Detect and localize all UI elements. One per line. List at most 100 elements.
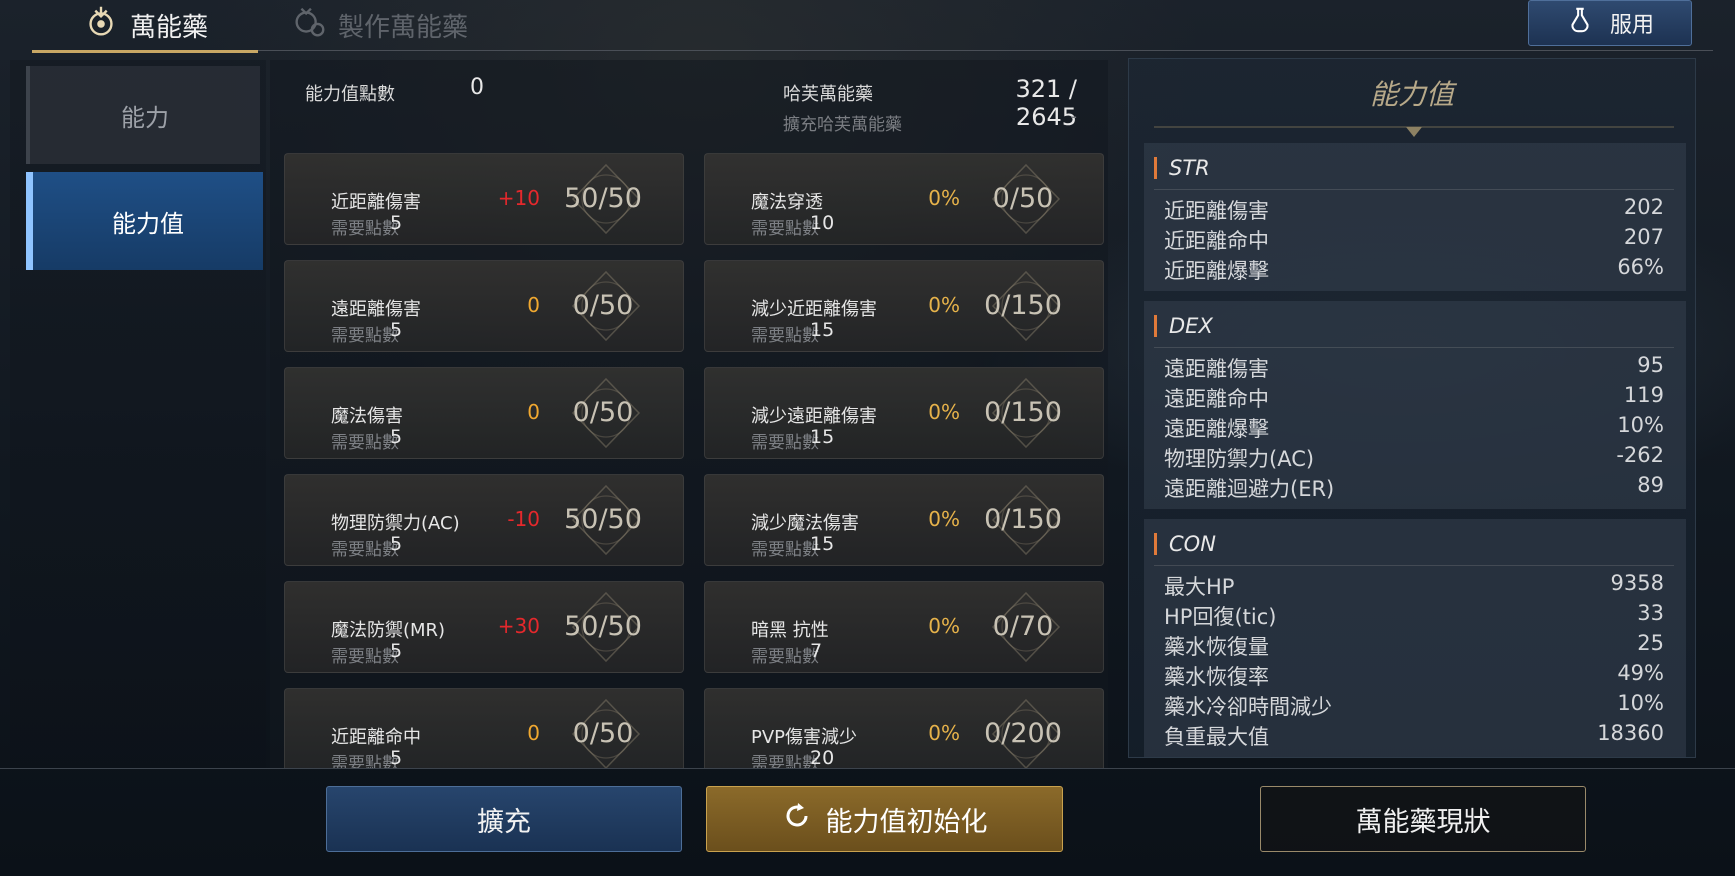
stat-value: 18360 [1597, 721, 1664, 745]
stat-card[interactable]: PVP傷害減少 需要點數 20 0% 0/200 [704, 688, 1104, 768]
stats-panel-title: 能力值 [1369, 78, 1454, 111]
stat-card[interactable]: 物理防禦力(AC) 需要點數 5 -10 50/50 [284, 474, 684, 566]
stat-progress-value: 0/50 [992, 183, 1054, 214]
stat-card[interactable]: 近距離傷害 需要點數 5 +10 50/50 [284, 153, 684, 245]
required-points-value: 5 [390, 533, 403, 555]
stat-card[interactable]: 魔法穿透 需要點數 10 0% 0/50 [704, 153, 1104, 245]
stat-bonus-value: 0 [527, 400, 540, 424]
stat-value: 33 [1637, 601, 1664, 625]
stat-row: 最大HP 9358 [1164, 571, 1664, 599]
stat-points-value: 0 [470, 75, 484, 100]
expand-button[interactable]: 擴充 [326, 786, 682, 852]
stat-label: 負重最大值 [1164, 725, 1269, 749]
stat-value: 202 [1623, 195, 1664, 219]
stat-card-name: 減少魔法傷害 [751, 513, 859, 534]
required-points-label: 需要點數 [751, 219, 819, 239]
stat-card-name: 魔法傷害 [331, 406, 403, 427]
stat-row: 負重最大值 18360 [1164, 721, 1664, 749]
stat-label: 遠距離迴避力(ER) [1164, 477, 1335, 501]
stat-row: 遠距離命中 119 [1164, 383, 1664, 411]
required-points-label: 需要點數 [331, 647, 399, 667]
stat-label: 近距離傷害 [1164, 199, 1269, 223]
stat-row: 藥水恢復量 25 [1164, 631, 1664, 659]
required-points-value: 5 [390, 212, 403, 234]
stat-card[interactable]: 暗黑 抗性 需要點數 7 0% 0/70 [704, 581, 1104, 673]
stat-progress-value: 0/200 [984, 718, 1062, 749]
stat-row: 藥水恢復率 49% [1164, 661, 1664, 689]
stat-card-name: 減少近距離傷害 [751, 299, 877, 320]
stat-progress: 0/50 [963, 163, 1083, 235]
stat-value: 10% [1617, 413, 1664, 437]
required-points-label: 需要點數 [331, 219, 399, 239]
required-points-label: 需要點數 [331, 326, 399, 346]
section-divider [1154, 347, 1674, 348]
top-tab-bar: 萬能藥 製作萬能藥 服用 [0, 0, 1735, 53]
stat-card-name: 魔法穿透 [751, 192, 823, 213]
tab-elixir[interactable]: 萬能藥 [32, 0, 258, 53]
reset-stats-button[interactable]: 能力值初始化 [706, 786, 1063, 852]
stat-progress: 0/50 [543, 698, 663, 768]
stat-value: 25 [1637, 631, 1664, 655]
stat-progress-value: 0/150 [984, 504, 1062, 535]
stat-value: 95 [1637, 353, 1664, 377]
stat-card[interactable]: 魔法傷害需要點數 5 0 0/50 [284, 367, 684, 459]
sidenav-item-stats[interactable]: 能力值 [26, 172, 263, 270]
stat-progress-value: 50/50 [564, 183, 642, 214]
bottom-divider [0, 768, 1735, 769]
stat-progress: 50/50 [543, 591, 663, 663]
stat-bonus-value: 0% [928, 186, 960, 210]
stat-value: 10% [1617, 691, 1664, 715]
stat-card[interactable]: 減少近距離傷害 需要點數 15 0% 0/150 [704, 260, 1104, 352]
extend-elixir-label: 擴充哈芙萬能藥 [783, 115, 902, 135]
stat-card[interactable]: 減少遠距離傷害 需要點數 15 0% 0/150 [704, 367, 1104, 459]
required-points-value: 5 [390, 426, 403, 448]
stat-bonus-value: 0% [928, 614, 960, 638]
extend-elixir-value: - [1070, 106, 1078, 127]
section-divider [1154, 189, 1674, 190]
required-points-value: 5 [390, 747, 403, 768]
required-points-value: 5 [390, 319, 403, 341]
stat-row: 近距離命中 207 [1164, 225, 1664, 253]
stat-progress-value: 0/150 [984, 397, 1062, 428]
stat-card-name: 遠距離傷害 [331, 299, 421, 320]
section-divider [1154, 565, 1674, 566]
stat-progress-value: 50/50 [564, 504, 642, 535]
side-nav: 能力 能力值 [10, 60, 266, 768]
stat-card[interactable]: 遠距離傷害 需要點數 5 0 0/50 [284, 260, 684, 352]
stat-value: 207 [1623, 225, 1664, 249]
elixir-count-label: 哈芙萬能藥 [783, 84, 873, 105]
stat-row: 近距離爆擊 66% [1164, 255, 1664, 283]
stat-card-name: 減少遠距離傷害 [751, 406, 877, 427]
stat-progress: 0/150 [963, 377, 1083, 449]
stat-card[interactable]: 魔法防禦(MR) 需要點數 5 +30 50/50 [284, 581, 684, 673]
stat-value: 49% [1617, 661, 1664, 685]
stat-section-str: STR 近距離傷害 202 近距離命中 207 近距離爆擊 66% [1144, 143, 1686, 291]
stat-row: 物理防禦力(AC) -262 [1164, 443, 1664, 471]
stat-label: 藥水冷卻時間減少 [1164, 695, 1332, 719]
stat-card-name: 物理防禦力(AC) [331, 513, 460, 534]
stat-section-dex: DEX 遠距離傷害 95 遠距離命中 119 遠距離爆擊 10% 物理防禦力(AC) -262 遠… [1144, 301, 1686, 509]
elixir-icon [82, 3, 120, 48]
stat-section-title: STR [1154, 157, 1210, 179]
required-points-value: 7 [810, 640, 823, 662]
stat-progress-value: 0/50 [572, 290, 634, 321]
stat-label: 近距離爆擊 [1164, 259, 1269, 283]
stat-section-title: CON [1154, 533, 1216, 555]
stat-card-name: 魔法防禦(MR) [331, 620, 446, 641]
sidenav-item-ability[interactable]: 能力 [26, 66, 260, 164]
tab-divider [258, 50, 1713, 51]
stat-progress: 0/200 [963, 698, 1083, 768]
reset-stats-label: 能力值初始化 [825, 806, 988, 838]
elixir-status-button[interactable]: 萬能藥現狀 [1260, 786, 1586, 852]
stat-value: 66% [1617, 255, 1664, 279]
required-points-value: 20 [810, 747, 835, 768]
stat-label: 遠距離爆擊 [1164, 417, 1269, 441]
stat-card[interactable]: 近距離命中 需要點數 5 0 0/50 [284, 688, 684, 768]
stat-progress: 0/50 [543, 270, 663, 342]
stat-card[interactable]: 減少魔法傷害 需要點數 15 0% 0/150 [704, 474, 1104, 566]
required-points-label: 需要點數 [331, 433, 399, 453]
required-points-label: 需要點數 [751, 754, 819, 768]
use-button[interactable]: 服用 [1528, 0, 1692, 46]
stat-progress: 0/50 [543, 377, 663, 449]
tab-craft-elixir[interactable]: 製作萬能藥 [290, 0, 468, 50]
